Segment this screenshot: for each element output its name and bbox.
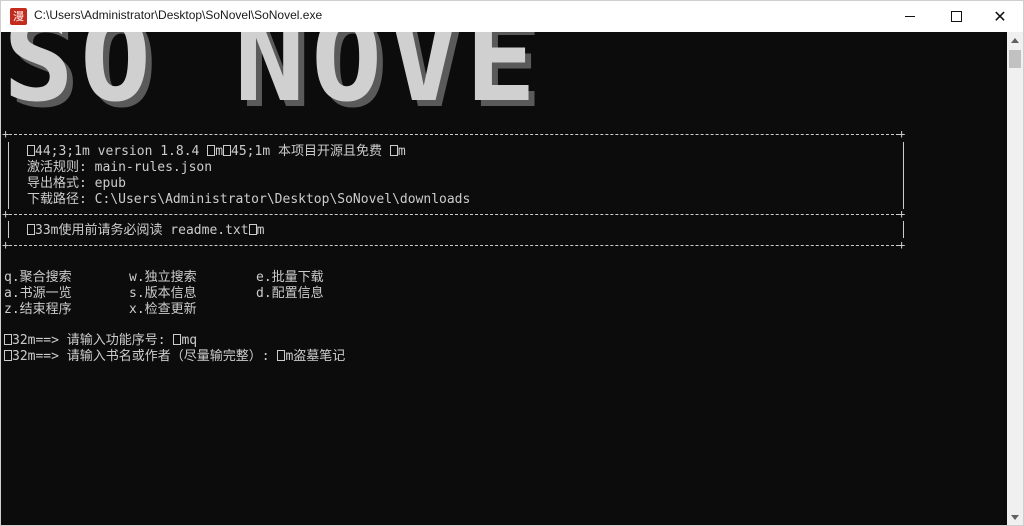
title-bar[interactable]: 漫 C:\Users\Administrator\Desktop\SoNovel… [1,1,1023,32]
box-top-border [4,134,904,135]
escape-box-glyph [389,145,398,156]
prompt-input: mq [181,333,198,348]
notice-suffix: m [256,223,265,238]
menu-item-w: w.独立搜索 [129,270,197,285]
escape-box-glyph [27,224,35,235]
maximize-icon [950,11,962,22]
scroll-up-button[interactable] [1007,32,1023,49]
notice-text: 33m使用前请务必阅读 readme.txt [35,223,249,238]
prompt-input: m盗墓笔记 [285,349,346,364]
banner-logo: SO NOVEL SO NOVEL [3,32,541,114]
box-left-border [8,142,9,209]
banner-logo-text: SO NOVEL [3,32,541,114]
notice-line: 33m使用前请务必阅读 readme.txt m [27,223,264,239]
menu-item-q: q.聚合搜索 [4,270,72,285]
prompt-book-name: 32m==> 请输入书名或作者（尽量输完整）: m盗墓笔记 [4,349,345,365]
license-text: 45;1m 本项目开源且免费 [231,144,390,159]
box-bottom-border [4,245,904,246]
box-corner: + [898,238,906,252]
minimize-icon [905,16,915,17]
window-title: C:\Users\Administrator\Desktop\SoNovel\S… [34,8,323,22]
scroll-down-button[interactable] [1007,509,1023,525]
console-window: 漫 C:\Users\Administrator\Desktop\SoNovel… [0,0,1024,526]
format-line: 导出格式: epub [27,176,126,191]
box-left-border [8,221,9,238]
version-suffix: m [397,144,406,159]
version-line: 44;3;1m version 1.8.4 m 45;1m 本项目开源且免费 m [27,144,406,160]
escape-box-glyph [248,224,257,235]
escape-box-glyph [4,334,12,345]
box-right-border [903,142,904,209]
box-divider [4,214,904,215]
box-corner: + [2,127,10,141]
rules-line: 激活规则: main-rules.json [27,160,213,175]
box-corner: + [2,207,10,221]
console-output[interactable]: SO NOVEL SO NOVEL + + 44;3;1m version 1.… [1,32,1007,525]
version-text: 44;3;1m version 1.8.4 [35,144,208,159]
minimize-button[interactable] [887,1,933,32]
close-icon: ✕ [993,6,1007,26]
app-icon[interactable]: 漫 [10,8,27,25]
menu-item-a: a.书源一览 [4,286,72,301]
escape-box-glyph [207,145,216,156]
box-right-border [903,221,904,238]
chevron-down-icon [1011,515,1019,520]
escape-box-glyph [223,145,232,156]
prompt-text: 32m==> 请输入书名或作者（尽量输完整）: [12,349,278,364]
version-mid: m [215,144,224,159]
vertical-scrollbar[interactable] [1007,32,1023,525]
scrollbar-thumb[interactable] [1009,50,1021,68]
box-corner: + [2,238,10,252]
prompt-text: 32m==> 请输入功能序号: [12,333,174,348]
escape-box-glyph [27,145,35,156]
menu-item-s: s.版本信息 [129,286,197,301]
menu-item-z: z.结束程序 [4,302,72,317]
box-corner: + [898,127,906,141]
menu-item-e: e.批量下载 [256,270,324,285]
download-path-line: 下载路径: C:\Users\Administrator\Desktop\SoN… [27,192,471,207]
menu-item-d: d.配置信息 [256,286,324,301]
maximize-button[interactable] [933,1,979,32]
menu-item-x: x.检查更新 [129,302,197,317]
close-button[interactable]: ✕ [977,1,1023,32]
escape-box-glyph [4,350,12,361]
prompt-function-number: 32m==> 请输入功能序号: mq [4,333,197,349]
chevron-up-icon [1011,38,1019,43]
box-corner: + [898,207,906,221]
